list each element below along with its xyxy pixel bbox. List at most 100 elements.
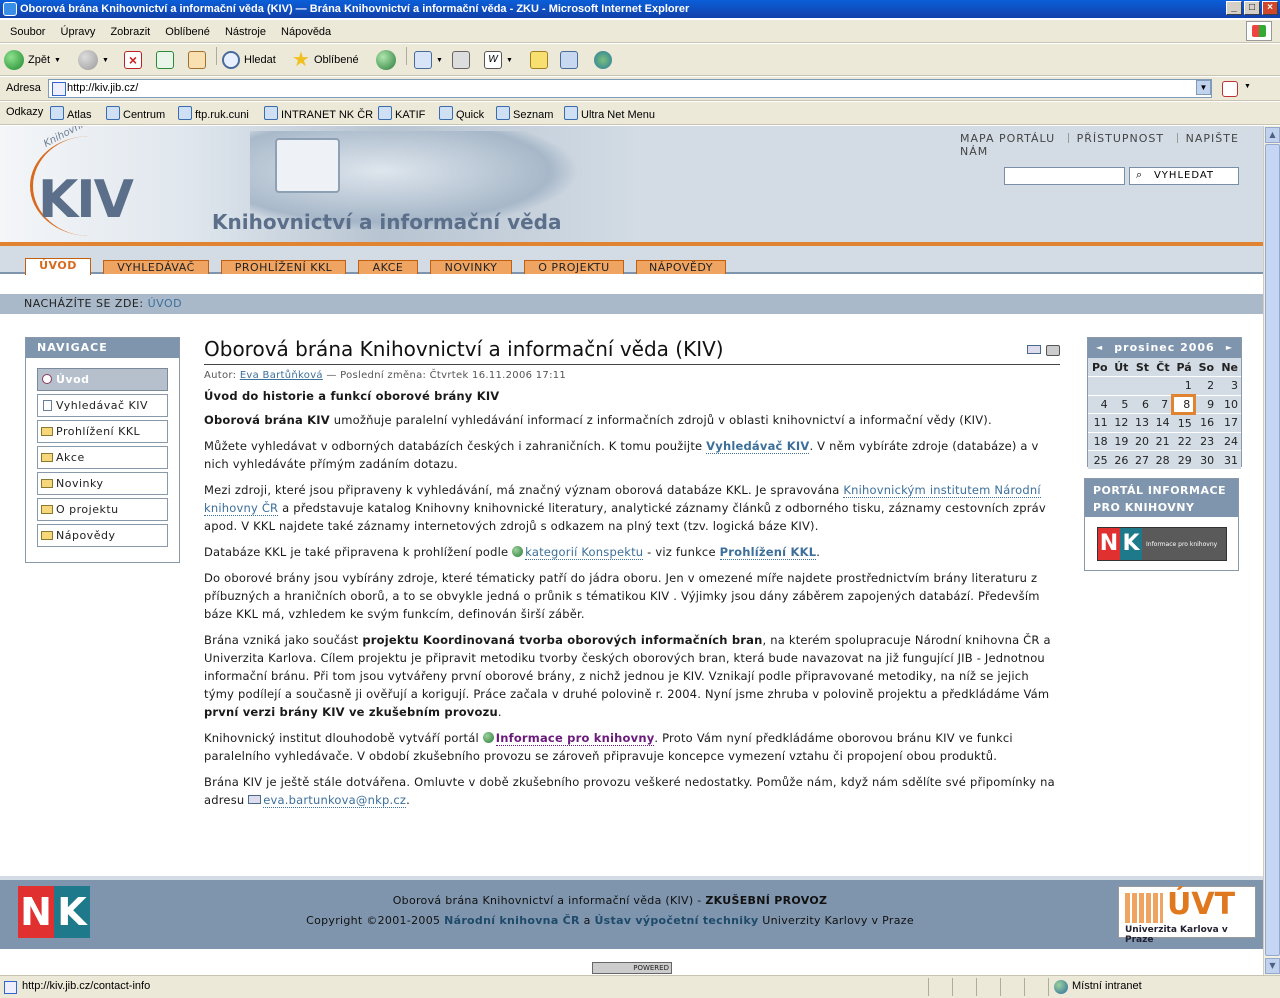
calendar-day[interactable]: 7 [1152,394,1173,414]
scroll-thumb[interactable] [1265,144,1280,956]
breadcrumb-uvod[interactable]: ÚVOD [148,297,183,310]
search-button[interactable]: Hledat [222,48,276,72]
calendar-day[interactable]: 15 [1172,413,1195,432]
tab-prohlizeni-kkl[interactable]: PROHLÍŽENÍ KKL [221,260,346,274]
calendar-day[interactable]: 22 [1172,431,1195,451]
calendar-day[interactable]: 21 [1152,431,1173,451]
calendar-day[interactable]: 6 [1131,394,1153,414]
nav-item-napovedy[interactable]: Nápovědy [37,524,168,547]
informace-pro-knihovny-link[interactable]: Informace pro knihovny [495,731,655,746]
nav-item-vyhledavac[interactable]: Vyhledávač KIV [37,394,168,417]
tab-vyhledavac[interactable]: VYHLEDÁVAČ [103,260,209,274]
sitemap-link[interactable]: MAPA PORTÁLU [960,132,1055,145]
calendar-day[interactable]: 27 [1131,450,1153,469]
vyhledavac-link[interactable]: Vyhledávač KIV [706,439,810,454]
author-link[interactable]: Eva Bartůňková [240,370,323,381]
calendar-day[interactable]: 1 [1172,376,1195,395]
refresh-button[interactable] [156,48,174,72]
print-button[interactable] [452,48,470,72]
link-intranet[interactable]: INTRANET NK ČR [264,106,373,121]
calendar-day[interactable]: 4 [1088,394,1111,414]
vertical-scrollbar[interactable]: ▲ ▼ [1263,126,1280,975]
konspekt-link[interactable]: kategorií Konspektu [525,545,644,560]
nav-item-prohlizeni[interactable]: Prohlížení KKL [37,420,168,443]
calendar-day[interactable]: 24 [1217,431,1241,451]
favorites-button[interactable]: ★ Oblíbené [292,48,359,72]
calendar-day[interactable]: 14 [1152,413,1173,432]
site-search-button[interactable]: VYHLEDAT [1129,167,1239,185]
plone-powered-badge[interactable]: POWERED [592,962,672,974]
calendar-day[interactable]: 31 [1217,450,1241,469]
calendar-day[interactable]: 20 [1131,431,1153,451]
calendar-day[interactable]: 13 [1131,413,1153,432]
calendar-day[interactable]: 3 [1217,376,1241,395]
forward-button[interactable]: ▼ [78,48,109,72]
link-atlas[interactable]: Atlas [50,106,91,121]
tab-uvod[interactable]: ÚVOD [25,258,91,275]
translate-icon[interactable] [1222,81,1238,97]
accessibility-link[interactable]: PŘÍSTUPNOST [1068,132,1165,145]
nav-item-novinky[interactable]: Novinky [37,472,168,495]
calendar-day[interactable]: 19 [1110,431,1132,451]
site-search-input[interactable] [1004,167,1125,185]
calendar-day[interactable]: 2 [1194,376,1218,395]
discuss-button[interactable] [530,48,548,72]
calendar-day[interactable]: 5 [1110,394,1132,414]
link-ftp[interactable]: ftp.ruk.cuni [178,106,249,121]
research-button[interactable] [560,48,578,72]
kiv-logo[interactable]: KIV [38,170,134,230]
home-button[interactable] [188,48,206,72]
nav-item-uvod[interactable]: Úvod [37,368,168,391]
tab-akce[interactable]: AKCE [358,260,418,274]
email-link[interactable]: eva.bartunkova@nkp.cz [263,793,407,808]
minimize-button[interactable]: _ [1226,1,1242,15]
calendar-day[interactable]: 29 [1172,450,1195,469]
scroll-down-button[interactable]: ▼ [1265,958,1280,974]
menu-favorites[interactable]: Oblíbené [159,20,216,40]
link-katif[interactable]: KATIF [378,106,425,121]
uvt-footer-link[interactable]: Ústav výpočetní techniky [594,914,758,927]
maximize-button[interactable]: □ [1244,1,1260,15]
nav-item-akce[interactable]: Akce [37,446,168,469]
calendar-day[interactable]: 10 [1217,394,1241,414]
link-seznam[interactable]: Seznam [496,106,553,121]
menu-help[interactable]: Nápověda [275,20,337,40]
calendar-day[interactable]: 18 [1088,431,1111,451]
send-mail-icon[interactable] [1027,345,1041,354]
calendar-day[interactable]: 28 [1152,450,1173,469]
address-input[interactable]: http://kiv.jib.cz/ [48,79,1212,98]
link-quick[interactable]: Quick [439,106,484,121]
nk-footer-link[interactable]: Národní knihovna ČR [444,914,580,927]
scroll-up-button[interactable]: ▲ [1265,127,1280,143]
mail-button[interactable]: ▼ [414,48,443,72]
back-button[interactable]: Zpět ▼ [4,48,61,72]
tab-novinky[interactable]: NOVINKY [430,260,512,274]
tab-napovedy[interactable]: NÁPOVĚDY [636,260,726,274]
tab-o-projektu[interactable]: O PROJEKTU [524,260,624,274]
menu-view[interactable]: Zobrazit [104,20,156,40]
link-centrum[interactable]: Centrum [106,106,165,121]
calendar-day[interactable]: 17 [1217,413,1241,432]
calendar-day[interactable]: 9 [1194,394,1218,414]
menu-tools[interactable]: Nástroje [219,20,272,40]
print-icon[interactable] [1046,345,1060,356]
calendar-day[interactable]: 26 [1110,450,1132,469]
nk-portal-logo[interactable]: N K Informace pro knihovny [1097,527,1227,561]
calendar-next-button[interactable]: ► [1226,338,1233,358]
calendar-prev-button[interactable]: ◄ [1096,338,1103,358]
address-dropdown[interactable]: ▼ [1196,80,1211,95]
uvt-logo[interactable]: ÚVT Univerzita Karlova v Praze [1118,886,1256,945]
calendar-day[interactable]: 16 [1194,413,1218,432]
history-button[interactable] [376,48,396,72]
calendar-day[interactable]: 23 [1194,431,1218,451]
prohlizeni-kkl-link[interactable]: Prohlížení KKL [719,545,817,560]
calendar-day[interactable]: 8 [1171,393,1197,415]
calendar-day[interactable]: 11 [1088,413,1111,432]
messenger-button[interactable] [594,48,612,72]
link-ultranet[interactable]: Ultra Net Menu [564,106,655,121]
calendar-day[interactable]: 30 [1194,450,1218,469]
stop-button[interactable]: × [124,48,142,72]
menu-file[interactable]: Soubor [0,20,51,40]
menu-edit[interactable]: Úpravy [55,20,102,40]
calendar-day[interactable]: 12 [1110,413,1132,432]
